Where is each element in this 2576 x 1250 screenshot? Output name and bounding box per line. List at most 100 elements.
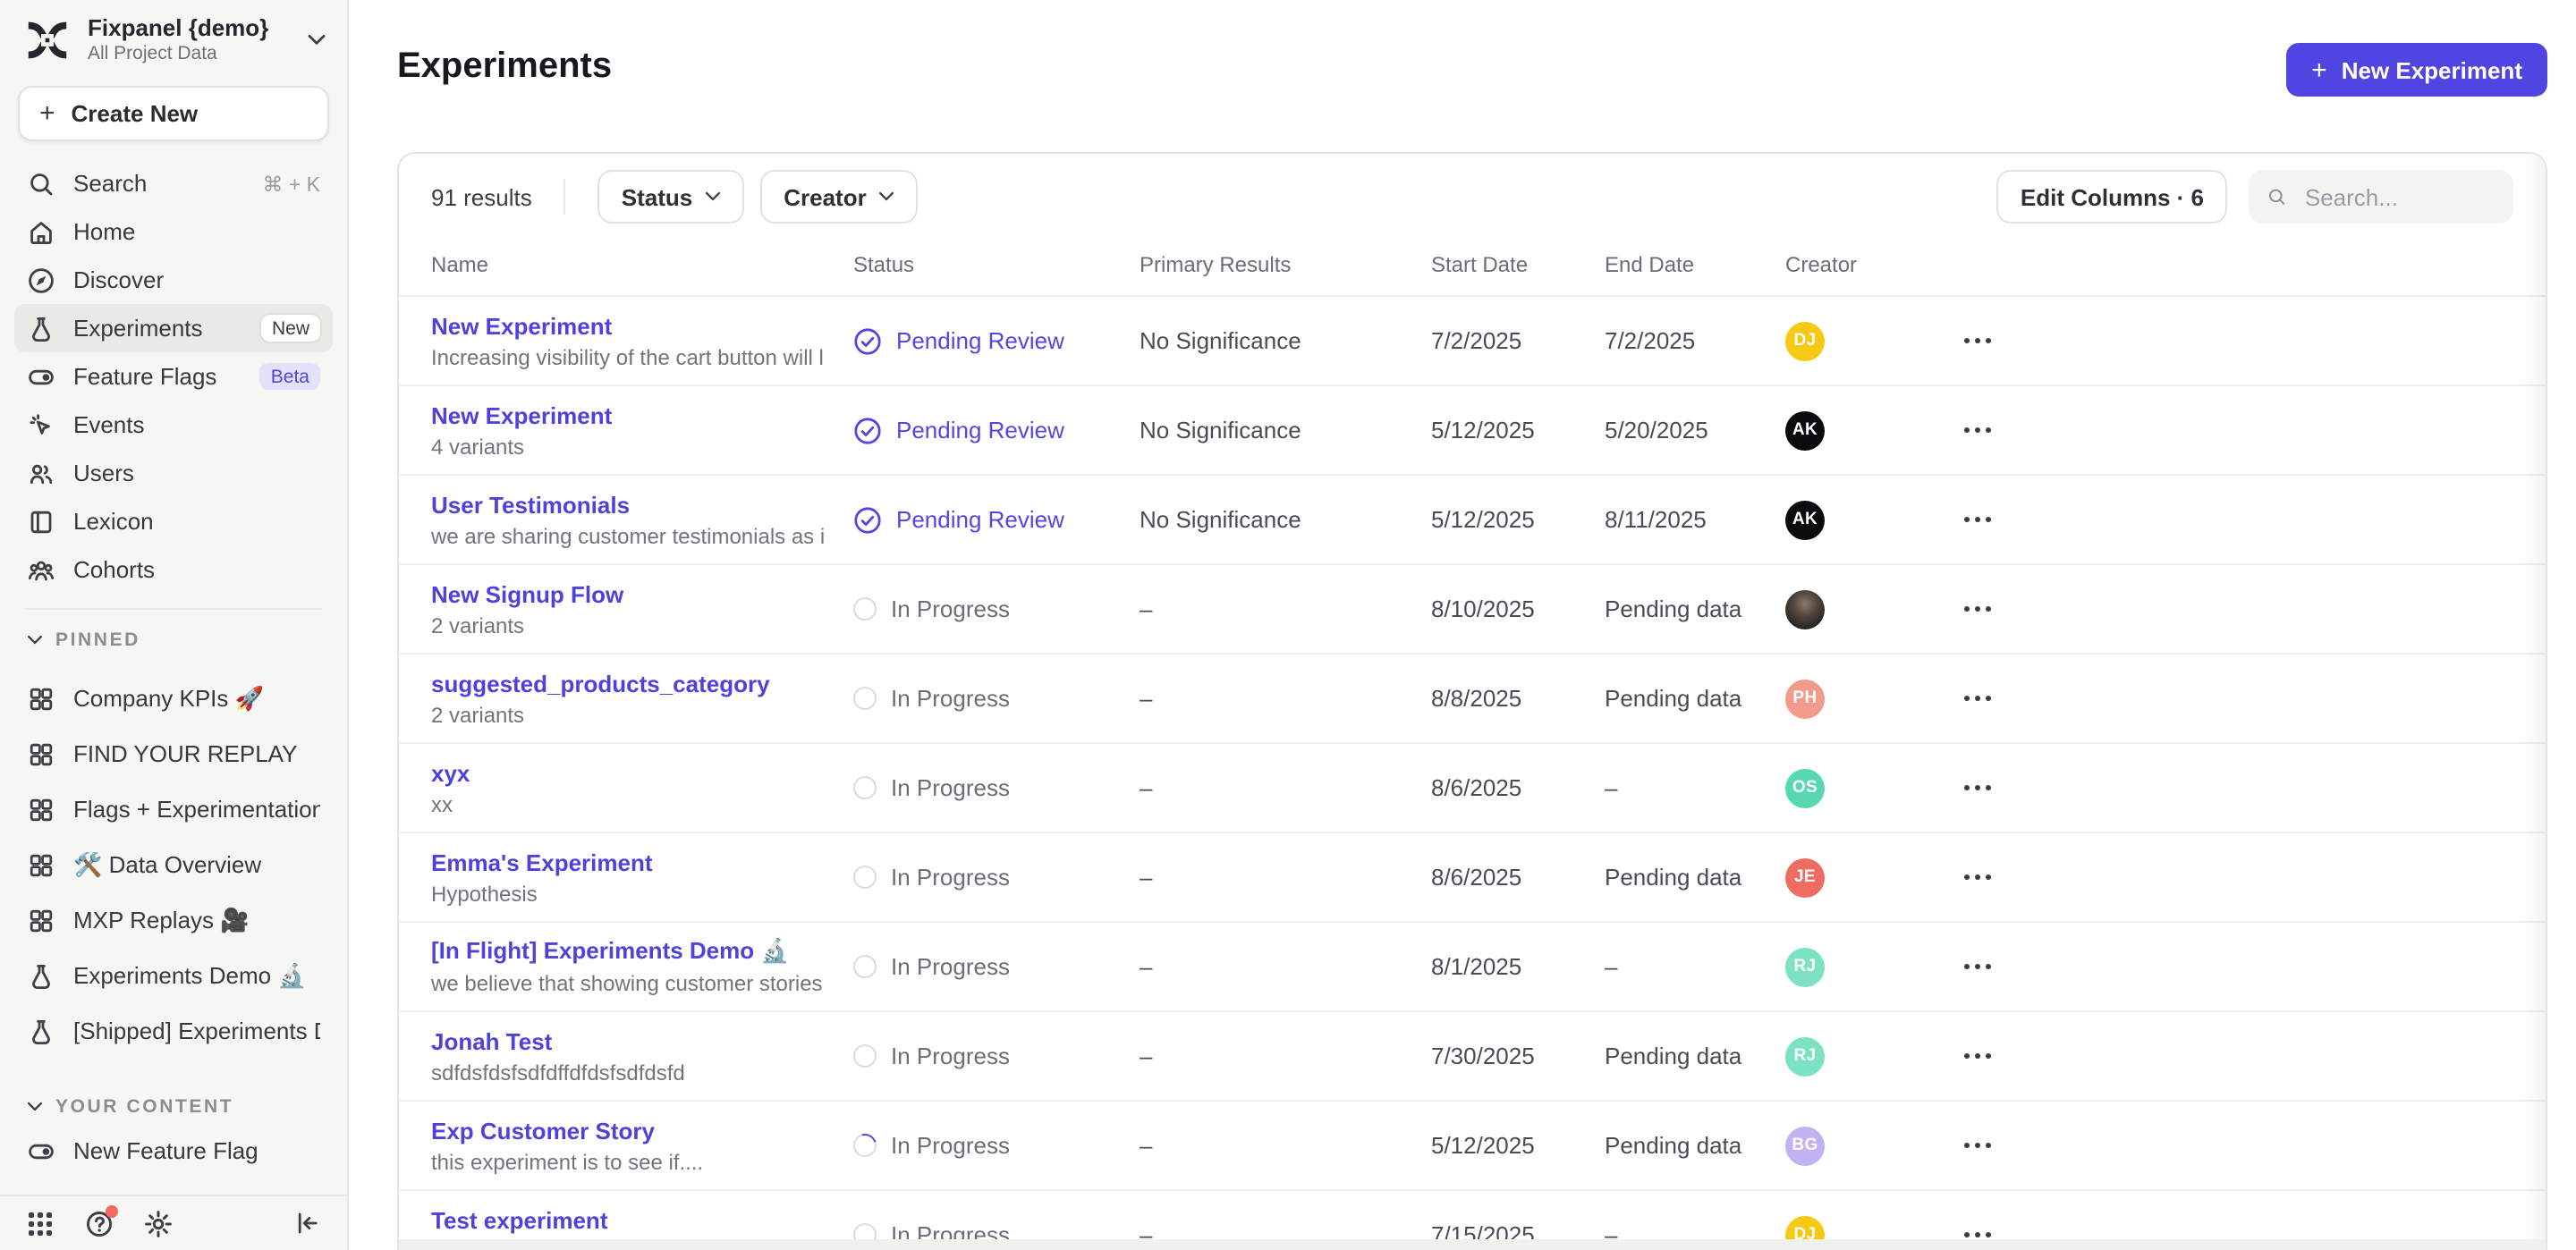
experiment-name-link[interactable]: Emma's Experiment bbox=[431, 849, 825, 875]
experiment-name-link[interactable]: Test experiment bbox=[431, 1206, 825, 1233]
table-header: Name Status Primary Results Start Date E… bbox=[399, 234, 2546, 297]
help-icon[interactable] bbox=[84, 1208, 114, 1238]
table-search[interactable] bbox=[2249, 170, 2513, 224]
creator-avatar: OS bbox=[1785, 768, 1825, 807]
experiment-name-link[interactable]: suggested_products_category bbox=[431, 670, 825, 697]
settings-gear-icon[interactable] bbox=[143, 1208, 174, 1238]
status-label: In Progress bbox=[891, 953, 1010, 980]
edit-columns-button[interactable]: Edit Columns · 6 bbox=[1997, 170, 2227, 224]
row-menu-button[interactable] bbox=[1957, 420, 1998, 440]
sidebar-item-discover[interactable]: Discover bbox=[14, 256, 333, 304]
table-row[interactable]: New Experiment Increasing visibility of … bbox=[399, 297, 2546, 386]
sidebar-item-feature-flags[interactable]: Feature Flags Beta bbox=[14, 352, 333, 401]
table-row[interactable]: [In Flight] Experiments Demo 🔬 we believ… bbox=[399, 923, 2546, 1012]
row-menu-button[interactable] bbox=[1957, 778, 1998, 798]
book-icon bbox=[27, 507, 55, 536]
flask-icon bbox=[27, 1017, 55, 1045]
new-experiment-button[interactable]: + New Experiment bbox=[2286, 43, 2547, 97]
toggle-icon bbox=[27, 1136, 55, 1165]
pinned-item-label: Company KPIs 🚀 bbox=[73, 684, 264, 713]
table-row[interactable]: User Testimonials we are sharing custome… bbox=[399, 476, 2546, 565]
creator-avatar: DJ bbox=[1785, 321, 1825, 360]
creator-avatar: PH bbox=[1785, 679, 1825, 718]
experiment-name-link[interactable]: [In Flight] Experiments Demo 🔬 bbox=[431, 937, 825, 966]
status-label: In Progress bbox=[891, 1043, 1010, 1069]
row-menu-button[interactable] bbox=[1957, 331, 1998, 351]
row-menu-button[interactable] bbox=[1957, 867, 1998, 887]
primary-results-value: – bbox=[1140, 1132, 1431, 1159]
primary-results-value: No Significance bbox=[1140, 506, 1431, 533]
status-progress-icon bbox=[853, 687, 877, 710]
experiment-name-link[interactable]: New Experiment bbox=[431, 401, 825, 428]
pinned-item-mxp-replays[interactable]: MXP Replays 🎥 bbox=[14, 892, 333, 948]
experiment-description: this experiment is to see if.... bbox=[431, 1149, 825, 1174]
apps-grid-icon[interactable] bbox=[25, 1208, 55, 1238]
column-header-creator[interactable]: Creator bbox=[1785, 252, 1946, 277]
creator-filter-dropdown[interactable]: Creator bbox=[760, 170, 919, 224]
sidebar-item-label: Users bbox=[73, 460, 134, 486]
collapse-sidebar-icon[interactable] bbox=[293, 1209, 322, 1237]
start-date-value: 8/6/2025 bbox=[1431, 864, 1605, 891]
primary-results-value: – bbox=[1140, 953, 1431, 980]
sidebar-item-users[interactable]: Users bbox=[14, 449, 333, 497]
sidebar-divider bbox=[25, 608, 322, 610]
sidebar-item-cohorts[interactable]: Cohorts bbox=[14, 545, 333, 594]
experiment-name-link[interactable]: xyx bbox=[431, 759, 825, 786]
sidebar-item-search[interactable]: Search ⌘ + K bbox=[14, 159, 333, 207]
your-content-item-label: New Feature Flag bbox=[73, 1137, 258, 1164]
row-menu-button[interactable] bbox=[1957, 957, 1998, 976]
column-header-primary-results[interactable]: Primary Results bbox=[1140, 252, 1431, 277]
primary-results-value: – bbox=[1140, 774, 1431, 801]
your-content-section-header[interactable]: YOUR CONTENT bbox=[0, 1087, 347, 1127]
column-header-end-date[interactable]: End Date bbox=[1605, 252, 1785, 277]
table-row[interactable]: Jonah Test sdfdsfdsfsdfdffdfdsfsdfdsfd I… bbox=[399, 1012, 2546, 1102]
end-date-value: Pending data bbox=[1605, 685, 1785, 712]
primary-results-value: – bbox=[1140, 1043, 1431, 1069]
search-input[interactable] bbox=[2301, 182, 2496, 212]
table-row[interactable]: New Signup Flow 2 variants In Progress –… bbox=[399, 565, 2546, 655]
table-row[interactable]: Emma's Experiment Hypothesis In Progress… bbox=[399, 833, 2546, 923]
sidebar-item-label: Events bbox=[73, 411, 145, 438]
column-header-start-date[interactable]: Start Date bbox=[1431, 252, 1605, 277]
row-menu-button[interactable] bbox=[1957, 1136, 1998, 1155]
experiment-description: xx bbox=[431, 791, 825, 816]
sidebar-item-events[interactable]: Events bbox=[14, 401, 333, 449]
experiment-name-link[interactable]: Jonah Test bbox=[431, 1027, 825, 1054]
start-date-value: 5/12/2025 bbox=[1431, 506, 1605, 533]
row-menu-button[interactable] bbox=[1957, 599, 1998, 619]
status-filter-dropdown[interactable]: Status bbox=[598, 170, 744, 224]
users-icon bbox=[27, 459, 55, 487]
search-shortcut: ⌘ + K bbox=[262, 171, 320, 196]
pinned-item-flags-experimentation-demo[interactable]: Flags + Experimentation Demo 🔬 bbox=[14, 781, 333, 837]
table-row[interactable]: xyx xx In Progress – 8/6/2025 – OS bbox=[399, 744, 2546, 833]
pinned-item-shipped-experiments-demo[interactable]: [Shipped] Experiments Demo 🖊️ bbox=[14, 1003, 333, 1059]
pinned-item-company-kpis[interactable]: Company KPIs 🚀 bbox=[14, 671, 333, 726]
experiment-name-link[interactable]: Exp Customer Story bbox=[431, 1117, 825, 1144]
column-header-status[interactable]: Status bbox=[853, 252, 1140, 277]
sidebar-item-experiments[interactable]: Experiments New bbox=[14, 304, 333, 352]
pinned-section-header[interactable]: PINNED bbox=[0, 621, 347, 660]
pinned-item-data-overview[interactable]: 🛠️ Data Overview bbox=[14, 837, 333, 892]
horizontal-scrollbar[interactable] bbox=[399, 1239, 2546, 1250]
experiment-name-link[interactable]: New Signup Flow bbox=[431, 580, 825, 607]
table-row[interactable]: suggested_products_category 2 variants I… bbox=[399, 655, 2546, 744]
experiment-name-link[interactable]: User Testimonials bbox=[431, 491, 825, 518]
pinned-item-find-your-replay[interactable]: FIND YOUR REPLAY bbox=[14, 726, 333, 781]
table-row[interactable]: New Experiment 4 variants Pending Review… bbox=[399, 386, 2546, 476]
experiment-name-link[interactable]: New Experiment bbox=[431, 312, 825, 339]
row-menu-button[interactable] bbox=[1957, 1046, 1998, 1066]
row-menu-button[interactable] bbox=[1957, 510, 1998, 529]
column-header-name[interactable]: Name bbox=[431, 252, 853, 277]
row-menu-button[interactable] bbox=[1957, 688, 1998, 708]
sidebar-nav: Search ⌘ + K Home Discover Experiments N… bbox=[0, 156, 347, 594]
end-date-value: 8/11/2025 bbox=[1605, 506, 1785, 533]
project-switcher[interactable]: Fixpanel {demo} All Project Data bbox=[0, 0, 347, 64]
table-row[interactable]: Exp Customer Story this experiment is to… bbox=[399, 1102, 2546, 1191]
pinned-item-experiments-demo[interactable]: Experiments Demo 🔬 bbox=[14, 948, 333, 1003]
create-new-button[interactable]: + Create New bbox=[18, 86, 329, 141]
sidebar-item-lexicon[interactable]: Lexicon bbox=[14, 497, 333, 545]
sidebar-item-home[interactable]: Home bbox=[14, 207, 333, 256]
start-date-value: 8/1/2025 bbox=[1431, 953, 1605, 980]
your-content-item-new-feature-flag[interactable]: New Feature Flag bbox=[14, 1127, 333, 1175]
chevron-down-icon[interactable] bbox=[308, 33, 326, 46]
